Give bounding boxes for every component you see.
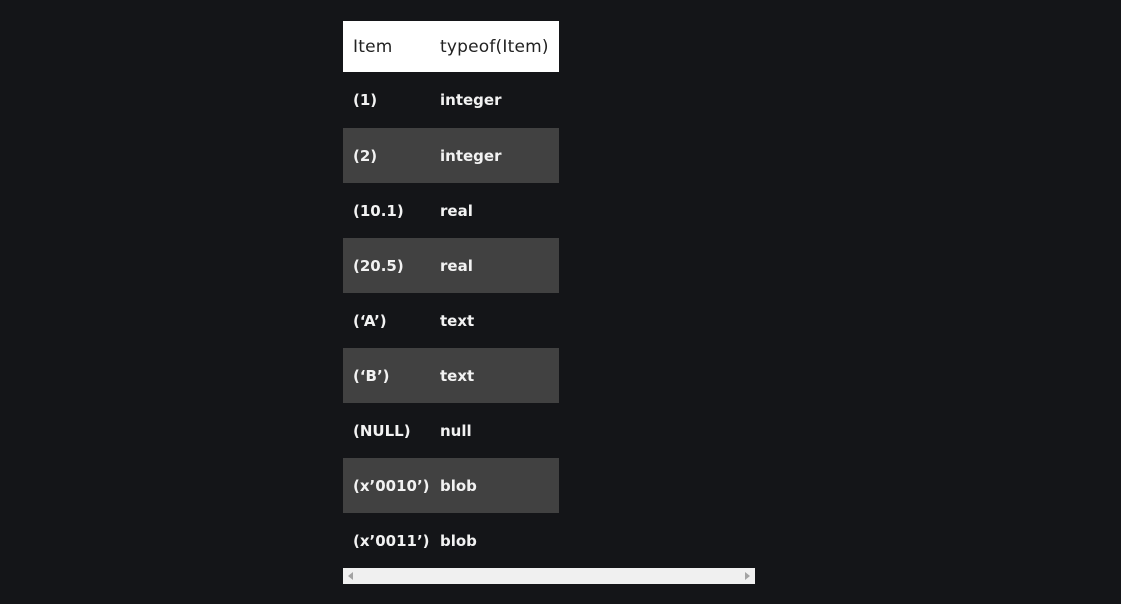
cell-item: (‘A’) bbox=[353, 311, 387, 330]
horizontal-scrollbar[interactable] bbox=[343, 568, 755, 584]
cell-item: (20.5) bbox=[343, 238, 430, 293]
cell-item: (10.1) bbox=[353, 201, 404, 220]
table-row: (‘B’) text bbox=[343, 348, 559, 403]
cell-type: integer bbox=[440, 91, 502, 109]
table-row: (x’0010’) blob bbox=[343, 458, 559, 513]
cell-item: (2) bbox=[343, 128, 430, 183]
cell-type: real bbox=[430, 238, 559, 293]
results-table-container: Item typeof(Item) (1) integer (2) intege… bbox=[343, 21, 755, 584]
cell-type: null bbox=[440, 421, 472, 440]
table-row: (2) integer bbox=[343, 128, 559, 183]
results-table: Item typeof(Item) (1) integer (2) intege… bbox=[343, 21, 559, 568]
cell-type: blob bbox=[440, 531, 477, 550]
table-row: (‘A’) text bbox=[343, 293, 559, 348]
cell-item: (x’0010’) bbox=[343, 458, 430, 513]
cell-type: real bbox=[440, 201, 473, 220]
table-header: Item typeof(Item) bbox=[343, 21, 559, 72]
header-row: Item typeof(Item) bbox=[343, 21, 559, 72]
cell-item: (x’0011’) bbox=[353, 531, 430, 550]
cell-type: blob bbox=[430, 458, 559, 513]
table-body: (1) integer (2) integer (10.1) real (20.… bbox=[343, 72, 559, 568]
cell-item: (NULL) bbox=[353, 421, 411, 440]
arrow-left-icon[interactable] bbox=[348, 572, 353, 580]
column-header-typeof: typeof(Item) bbox=[430, 21, 559, 72]
cell-type: integer bbox=[430, 128, 559, 183]
column-header-item: Item bbox=[343, 21, 430, 72]
cell-item: (‘B’) bbox=[343, 348, 430, 403]
table-row: (1) integer bbox=[343, 72, 559, 128]
table-row: (NULL) null bbox=[343, 403, 559, 458]
cell-item: (1) bbox=[353, 91, 378, 109]
arrow-right-icon[interactable] bbox=[745, 572, 750, 580]
table-row: (10.1) real bbox=[343, 183, 559, 238]
table-row: (20.5) real bbox=[343, 238, 559, 293]
table-row: (x’0011’) blob bbox=[343, 513, 559, 568]
cell-type: text bbox=[440, 311, 475, 330]
cell-type: text bbox=[430, 348, 559, 403]
